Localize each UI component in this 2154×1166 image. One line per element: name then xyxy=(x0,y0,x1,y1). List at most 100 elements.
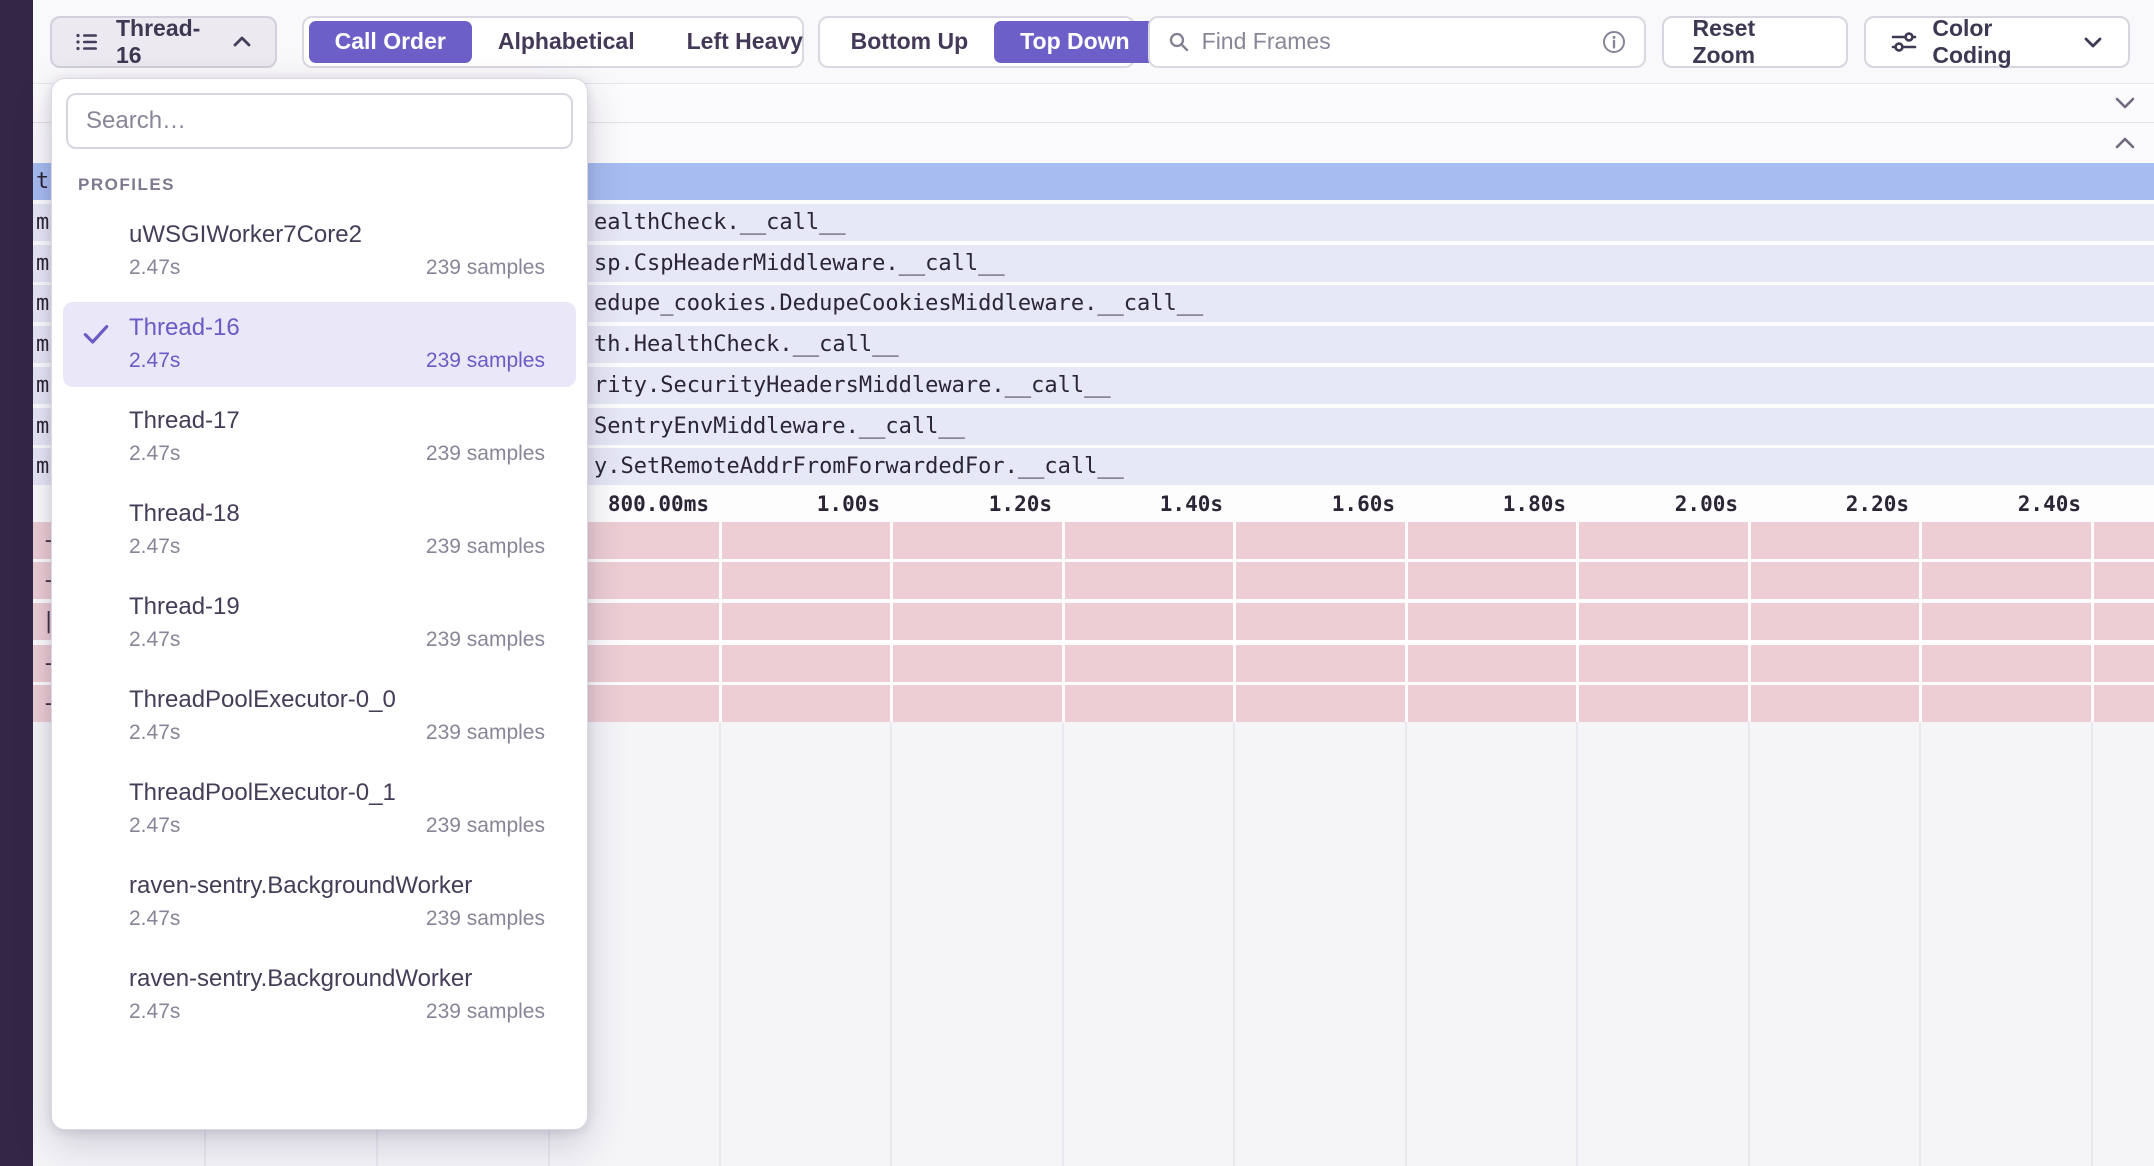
axis-tick: 2.20s xyxy=(1749,492,1909,516)
check-placeholder xyxy=(80,593,129,652)
time-gridline xyxy=(1233,521,1236,722)
axis-tick: 2.00s xyxy=(1578,492,1738,516)
sort-option-alphabetical[interactable]: Alphabetical xyxy=(472,21,661,63)
check-placeholder xyxy=(80,686,129,745)
sliders-icon xyxy=(1888,26,1920,58)
profile-item-threadpoolexecutor-0-0[interactable]: ThreadPoolExecutor-0_0 2.47s 239 samples xyxy=(63,674,576,759)
time-gridline xyxy=(890,722,892,1166)
time-gridline xyxy=(890,521,893,722)
expand-section-chevron-down-icon[interactable] xyxy=(2110,88,2140,118)
time-gridline xyxy=(719,521,722,722)
profile-item-thread-16[interactable]: Thread-16 2.47s 239 samples xyxy=(63,302,576,387)
check-placeholder xyxy=(80,221,129,280)
search-icon xyxy=(1166,29,1192,55)
axis-tick: 1.20s xyxy=(892,492,1052,516)
axis-tick: 1.00s xyxy=(720,492,880,516)
time-gridline xyxy=(1233,722,1235,1166)
profile-name: Thread-16 xyxy=(129,314,240,341)
profile-item-raven-sentry-backgroundworker-2[interactable]: raven-sentry.BackgroundWorker 2.47s 239 … xyxy=(63,953,576,1038)
profile-duration: 2.47s xyxy=(129,814,180,838)
profile-samples: 239 samples xyxy=(426,535,545,559)
time-gridline xyxy=(719,722,721,1166)
profile-duration: 2.47s xyxy=(129,442,180,466)
check-placeholder xyxy=(80,407,129,466)
profiles-list: uWSGIWorker7Core2 2.47s 239 samples Thre… xyxy=(52,203,587,1038)
time-gridline xyxy=(1405,521,1408,722)
profile-name: ThreadPoolExecutor-0_1 xyxy=(129,779,396,806)
axis-tick: 1.40s xyxy=(1063,492,1223,516)
direction-option-top-down[interactable]: Top Down xyxy=(994,21,1155,63)
profile-samples: 239 samples xyxy=(426,814,545,838)
dropdown-search-placeholder: Search… xyxy=(86,107,186,135)
profiler-flamegraph-view: Thread-16 Call Order Alphabetical Left H… xyxy=(0,0,2154,1166)
direction-segmented-control: Bottom Up Top Down xyxy=(818,16,1135,68)
dropdown-search-input[interactable]: Search… xyxy=(66,93,573,149)
profile-name: ThreadPoolExecutor-0_0 xyxy=(129,686,396,713)
chevron-down-icon xyxy=(2080,29,2106,55)
check-placeholder xyxy=(80,872,129,931)
profile-name: raven-sentry.BackgroundWorker xyxy=(129,965,472,992)
find-frames-input[interactable]: Find Frames xyxy=(1148,16,1647,68)
info-icon[interactable] xyxy=(1600,28,1628,56)
check-placeholder xyxy=(80,779,129,838)
frame-label: rity.SecurityHeadersMiddleware.__call__ xyxy=(594,367,1111,404)
color-coding-label: Color Coding xyxy=(1932,15,2068,69)
profile-duration: 2.47s xyxy=(129,535,180,559)
thread-selector-button[interactable]: Thread-16 xyxy=(50,16,277,68)
time-gridline xyxy=(1919,722,1921,1166)
thread-selector-label: Thread-16 xyxy=(116,15,215,69)
chevron-up-icon xyxy=(229,29,255,55)
time-gridline xyxy=(1405,722,1407,1166)
frame-label: ealthCheck.__call__ xyxy=(594,204,846,241)
check-placeholder xyxy=(80,965,129,1024)
frame-text-fragment: m xyxy=(36,285,49,322)
profile-duration: 2.47s xyxy=(129,256,180,280)
time-gridline xyxy=(1062,722,1064,1166)
time-gridline xyxy=(1576,722,1578,1166)
profile-duration: 2.47s xyxy=(129,907,180,931)
frame-text-fragment: m xyxy=(36,326,49,363)
profile-item-thread-19[interactable]: Thread-19 2.47s 239 samples xyxy=(63,581,576,666)
profile-item-threadpoolexecutor-0-1[interactable]: ThreadPoolExecutor-0_1 2.47s 239 samples xyxy=(63,767,576,852)
frame-text-fragment: m xyxy=(36,408,49,445)
checkmark-icon xyxy=(80,314,129,373)
thread-selector-dropdown: Search… PROFILES uWSGIWorker7Core2 2.47s… xyxy=(51,78,588,1130)
frame-label: sp.CspHeaderMiddleware.__call__ xyxy=(594,245,1005,282)
profile-samples: 239 samples xyxy=(426,349,545,373)
reset-zoom-label: Reset Zoom xyxy=(1692,15,1818,69)
time-gridline xyxy=(1919,521,1922,722)
profile-samples: 239 samples xyxy=(426,907,545,931)
profile-item-raven-sentry-backgroundworker-1[interactable]: raven-sentry.BackgroundWorker 2.47s 239 … xyxy=(63,860,576,945)
axis-tick: 2.40s xyxy=(1921,492,2081,516)
frame-text-fragment: t xyxy=(36,163,49,200)
time-gridline xyxy=(2091,722,2093,1166)
time-gridline xyxy=(1576,521,1579,722)
direction-option-bottom-up[interactable]: Bottom Up xyxy=(825,21,995,63)
frame-text-fragment: m xyxy=(36,245,49,282)
profile-duration: 2.47s xyxy=(129,721,180,745)
profile-samples: 239 samples xyxy=(426,721,545,745)
reset-zoom-button[interactable]: Reset Zoom xyxy=(1662,16,1848,68)
check-placeholder xyxy=(80,500,129,559)
profile-name: Thread-19 xyxy=(129,593,240,620)
frame-text-fragment: m xyxy=(36,204,49,241)
axis-tick: 1.80s xyxy=(1406,492,1566,516)
frame-text-fragment: m xyxy=(36,448,49,485)
frame-label: th.HealthCheck.__call__ xyxy=(594,326,899,363)
profile-item-thread-18[interactable]: Thread-18 2.47s 239 samples xyxy=(63,488,576,573)
profile-name: raven-sentry.BackgroundWorker xyxy=(129,872,472,899)
collapse-section-chevron-up-icon[interactable] xyxy=(2110,128,2140,158)
profile-samples: 239 samples xyxy=(426,442,545,466)
profile-item-thread-17[interactable]: Thread-17 2.47s 239 samples xyxy=(63,395,576,480)
sort-option-call-order[interactable]: Call Order xyxy=(309,21,472,63)
list-icon xyxy=(72,27,102,57)
color-coding-button[interactable]: Color Coding xyxy=(1864,16,2130,68)
time-gridline xyxy=(1748,521,1751,722)
profile-item-uwsgiworker7core2[interactable]: uWSGIWorker7Core2 2.47s 239 samples xyxy=(63,209,576,294)
profile-name: Thread-18 xyxy=(129,500,240,527)
time-gridline xyxy=(2091,521,2094,722)
find-frames-placeholder: Find Frames xyxy=(1202,28,1591,55)
sort-option-left-heavy[interactable]: Left Heavy xyxy=(661,21,829,63)
frame-label: edupe_cookies.DedupeCookiesMiddleware.__… xyxy=(594,285,1203,322)
profile-duration: 2.47s xyxy=(129,628,180,652)
